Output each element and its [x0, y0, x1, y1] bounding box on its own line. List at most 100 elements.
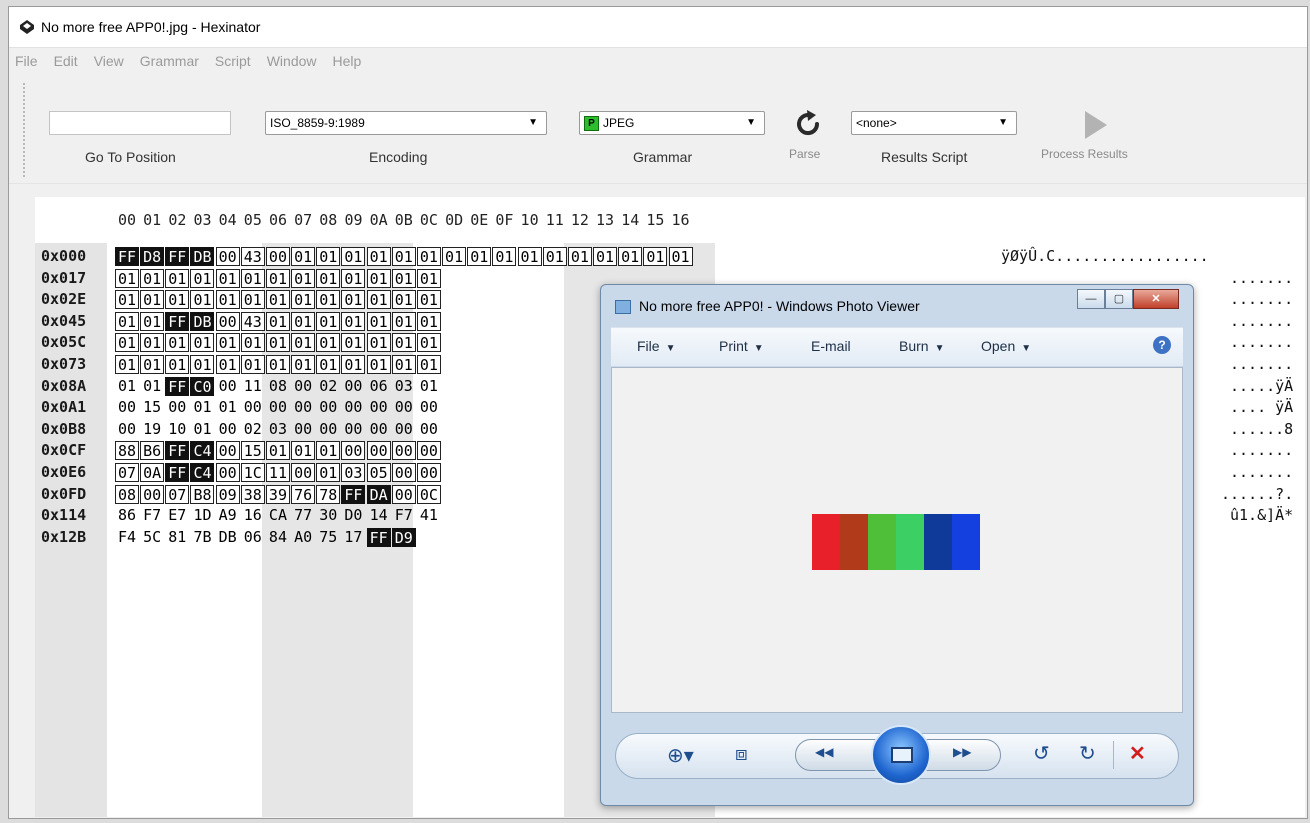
hex-byte[interactable]: 30	[316, 506, 340, 525]
hex-byte[interactable]: 06	[367, 377, 391, 396]
hex-byte[interactable]: 00	[215, 247, 240, 266]
zoom-icon[interactable]: ⊕▾	[667, 743, 694, 768]
hex-byte[interactable]: D8	[140, 247, 165, 266]
hex-byte[interactable]: 01	[442, 247, 467, 266]
hex-byte[interactable]: 03	[392, 377, 416, 396]
hex-byte[interactable]: 00	[391, 484, 416, 504]
ascii-text[interactable]: .......	[1230, 463, 1293, 481]
hex-byte[interactable]: 01	[467, 247, 492, 266]
hex-byte[interactable]: 01	[316, 463, 341, 482]
delete-icon[interactable]: ✕	[1129, 741, 1146, 766]
hex-byte[interactable]: FF	[165, 463, 190, 482]
hex-byte[interactable]: 15	[240, 441, 265, 461]
hex-byte[interactable]: 01	[165, 268, 190, 288]
hex-byte[interactable]: 01	[115, 333, 139, 353]
hex-byte[interactable]: 00	[265, 247, 290, 266]
hex-byte[interactable]: 00	[291, 377, 315, 396]
hex-byte[interactable]: 01	[341, 247, 366, 266]
hex-byte[interactable]: 01	[240, 355, 265, 374]
hex-byte[interactable]: 08	[115, 484, 139, 504]
hex-byte[interactable]: 08	[266, 377, 290, 396]
hex-byte[interactable]: 01	[416, 311, 441, 331]
hex-byte[interactable]: 01	[391, 247, 416, 266]
hex-byte[interactable]: FF	[165, 247, 190, 266]
hex-byte[interactable]: 43	[240, 247, 265, 266]
ascii-text[interactable]: ÿØÿÛ.C.................	[1001, 247, 1209, 265]
hex-byte[interactable]: 00	[416, 441, 441, 461]
hex-byte[interactable]: 14	[367, 506, 391, 525]
hex-byte[interactable]: 1C	[240, 463, 265, 482]
hex-byte[interactable]: 01	[366, 290, 391, 310]
menu-help[interactable]: Help	[333, 53, 362, 69]
hex-byte[interactable]: 01	[316, 333, 341, 353]
hex-byte[interactable]: CA	[266, 506, 290, 525]
hex-byte[interactable]: 01	[190, 420, 214, 439]
play-icon[interactable]	[1081, 109, 1109, 141]
hex-byte[interactable]: 7B	[190, 528, 214, 547]
hex-byte[interactable]: 01	[291, 247, 316, 266]
hex-byte[interactable]: 02	[241, 420, 265, 439]
hex-byte[interactable]: 01	[215, 333, 240, 353]
hex-byte[interactable]: 01	[366, 247, 391, 266]
hex-byte[interactable]: 00	[392, 398, 416, 417]
hex-byte[interactable]: 1D	[190, 506, 214, 525]
ascii-text[interactable]: .......	[1230, 269, 1293, 287]
ascii-text[interactable]: .......	[1230, 333, 1293, 351]
hex-byte[interactable]: 01	[366, 311, 391, 331]
hex-byte[interactable]: 00	[215, 441, 240, 461]
parse-refresh-icon[interactable]	[793, 109, 823, 139]
hex-byte[interactable]: FF	[165, 311, 190, 331]
encoding-select[interactable]: ISO_8859-9:1989 ▼	[265, 111, 547, 135]
hex-byte[interactable]: 01	[115, 355, 139, 374]
hex-byte[interactable]: 11	[265, 463, 290, 482]
hex-byte[interactable]: 00	[215, 311, 240, 331]
hex-byte[interactable]: 00	[316, 420, 340, 439]
hex-byte[interactable]: 01	[391, 290, 416, 310]
hex-byte[interactable]: 00	[341, 420, 365, 439]
hex-byte[interactable]: 00	[115, 420, 139, 439]
hex-byte[interactable]: D9	[391, 527, 416, 547]
hex-byte[interactable]: 00	[316, 398, 340, 417]
ascii-text[interactable]: .......	[1230, 290, 1293, 308]
hex-byte[interactable]: 01	[216, 398, 240, 417]
hex-byte[interactable]: 01	[593, 247, 618, 266]
hex-byte[interactable]: 00	[115, 398, 139, 417]
hex-byte[interactable]: 00	[392, 420, 416, 439]
hex-byte[interactable]: A0	[291, 528, 315, 547]
maximize-icon[interactable]: ▢	[1105, 289, 1133, 309]
hex-byte[interactable]: 77	[291, 506, 315, 525]
hex-byte[interactable]: 01	[291, 290, 316, 310]
ascii-text[interactable]: .... ÿÄ	[1230, 398, 1293, 416]
hex-byte[interactable]: 00	[366, 441, 391, 461]
hex-byte[interactable]: 01	[115, 268, 139, 288]
hex-byte[interactable]: 06	[241, 528, 265, 547]
hex-byte[interactable]: 75	[316, 528, 340, 547]
hex-byte[interactable]: 01	[416, 247, 441, 266]
hex-byte[interactable]: 00	[291, 398, 315, 417]
hex-byte[interactable]: 00	[215, 463, 240, 482]
hex-byte[interactable]: 01	[190, 333, 215, 353]
hex-byte[interactable]: 11	[241, 377, 265, 396]
hex-byte[interactable]: 01	[517, 247, 542, 266]
hex-byte[interactable]: 01	[567, 247, 592, 266]
hex-byte[interactable]: 01	[190, 290, 215, 310]
ascii-text[interactable]: ......?.	[1221, 485, 1293, 503]
hex-byte[interactable]: 01	[215, 290, 240, 310]
hex-byte[interactable]: 01	[391, 333, 416, 353]
hex-byte[interactable]: 00	[165, 398, 189, 417]
ascii-text[interactable]: .......	[1230, 312, 1293, 330]
hex-byte[interactable]: 01	[291, 311, 316, 331]
previous-icon[interactable]: ◀◀	[815, 745, 833, 759]
hex-byte[interactable]: 01	[492, 247, 517, 266]
hex-byte[interactable]: 01	[416, 355, 441, 374]
hex-byte[interactable]: 01	[341, 333, 366, 353]
ascii-text[interactable]: û1.&]Ä*	[1230, 506, 1293, 524]
hex-byte[interactable]: 00	[291, 420, 315, 439]
hex-byte[interactable]: FF	[165, 376, 190, 396]
hex-byte[interactable]: 01	[391, 355, 416, 374]
hex-byte[interactable]: 39	[265, 484, 290, 504]
hex-byte[interactable]: 01	[165, 290, 190, 310]
rotate-counterclockwise-icon[interactable]: ↺	[1033, 741, 1050, 766]
hex-byte[interactable]: 43	[240, 311, 265, 331]
hex-byte[interactable]: 01	[341, 355, 366, 374]
